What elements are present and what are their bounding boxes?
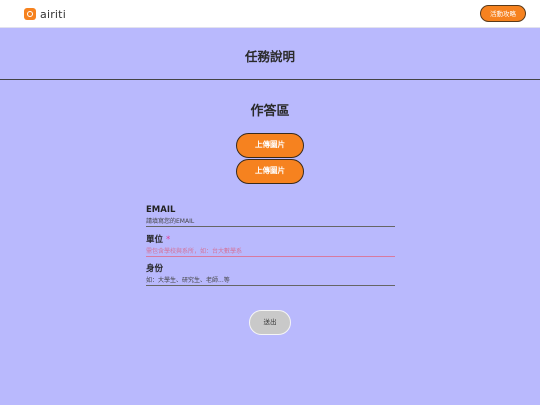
identity-field-group: 身份 xyxy=(146,264,395,286)
unit-field-group: 單位 * xyxy=(146,235,395,257)
submit-button[interactable]: 送出 xyxy=(249,310,291,335)
top-bar: airiti 活動攻略 xyxy=(0,0,540,28)
email-label: EMAIL xyxy=(146,205,176,215)
section-divider xyxy=(0,79,540,80)
upload-image-button-1[interactable]: 上傳圖片 xyxy=(236,133,304,158)
identity-label: 身份 xyxy=(146,264,164,274)
logo-text: airiti xyxy=(40,7,66,21)
email-field-group: EMAIL xyxy=(146,205,395,227)
identity-input[interactable] xyxy=(146,275,395,286)
email-input[interactable] xyxy=(146,216,395,227)
airiti-logo-icon xyxy=(24,8,36,20)
task-title: 任務說明 xyxy=(244,49,295,64)
upload-image-button-2[interactable]: 上傳圖片 xyxy=(236,159,304,184)
unit-label: 單位 * xyxy=(146,235,395,246)
airiti-logo[interactable]: airiti xyxy=(24,7,66,21)
activity-guide-button[interactable]: 活動攻略 xyxy=(480,5,526,22)
unit-label-text: 單位 xyxy=(146,235,164,245)
required-mark: * xyxy=(165,235,171,245)
answer-section-title: 作答區 xyxy=(250,104,290,119)
unit-input[interactable] xyxy=(146,246,395,257)
